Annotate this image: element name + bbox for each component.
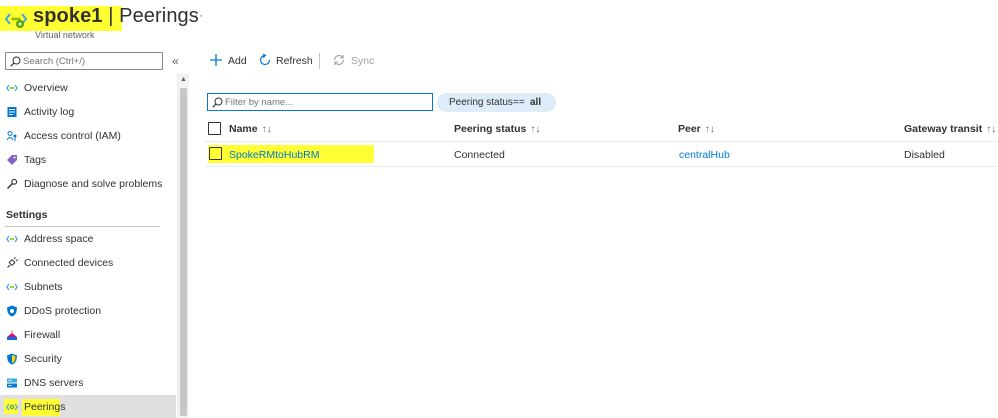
add-label: Add (228, 55, 247, 67)
toolbar-divider (319, 53, 320, 69)
sidebar-item-label: Address space (24, 233, 94, 245)
sidebar-item-label: Access control (IAM) (24, 130, 121, 142)
sort-arrows-icon[interactable]: ↑↓ (262, 124, 272, 135)
name-filter-box[interactable] (207, 93, 433, 111)
sidebar-item-peerings[interactable]: Peerings (0, 395, 176, 418)
menu-search-box[interactable] (5, 52, 163, 70)
sidebar-item-label: Connected devices (24, 257, 114, 269)
sidebar-item-activity-log[interactable]: Activity log (0, 100, 176, 124)
column-header-peer[interactable]: Peer ↑↓ (678, 123, 715, 135)
refresh-button[interactable]: Refresh (258, 50, 316, 72)
more-options-button[interactable]: ··· (189, 8, 204, 22)
column-label: Name (229, 123, 258, 135)
sync-label: Sync (351, 55, 375, 67)
sync-icon (333, 55, 345, 65)
sidebar-item-address-space[interactable]: Address space (0, 227, 176, 251)
column-header-peering-status[interactable]: Peering status ↑↓ (454, 123, 540, 135)
select-all-checkbox[interactable] (208, 122, 221, 135)
column-header-gateway-transit[interactable]: Gateway transit ↑↓ (904, 123, 996, 135)
resource-name: spoke1 (33, 5, 103, 27)
activity-log-icon (6, 106, 18, 118)
sidebar-item-connected-devices[interactable]: Connected devices (0, 251, 176, 275)
plus-icon (210, 54, 222, 66)
sidebar-item-label: Activity log (24, 106, 75, 118)
filter-input[interactable] (225, 95, 425, 109)
peering-status-cell: Connected (454, 149, 505, 161)
sidebar-item-label: Security (24, 353, 62, 365)
sidebar-item-label: Overview (24, 82, 68, 94)
sidebar-item-subnets[interactable]: Subnets (0, 275, 176, 299)
sidebar-item-firewall[interactable]: Firewall (0, 323, 176, 347)
sidebar-item-dns-servers[interactable]: DNS servers (0, 371, 176, 395)
section-settings: Settings (6, 209, 48, 221)
column-label: Peering status (454, 123, 527, 135)
resource-type: Virtual network (35, 30, 95, 40)
firewall-icon (6, 329, 18, 341)
peering-name-link[interactable]: SpokeRMtoHubRM (229, 149, 319, 161)
shield-icon (6, 305, 18, 317)
sidebar-item-label: Diagnose and solve problems (24, 178, 163, 190)
vnet-icon (6, 233, 18, 245)
tag-icon (6, 154, 18, 166)
sidebar-item-label: Peerings (24, 401, 66, 413)
pill-operator: == (513, 97, 525, 108)
page-title: spoke1 | Peerings (33, 5, 199, 28)
refresh-icon (259, 53, 271, 66)
vnet-icon (5, 13, 27, 28)
refresh-label: Refresh (276, 55, 313, 67)
sync-button[interactable]: Sync (332, 50, 377, 72)
wrench-icon (6, 178, 18, 190)
peer-link[interactable]: centralHub (679, 149, 730, 161)
vnet-icon (6, 281, 18, 293)
title-separator: | (102, 5, 120, 27)
row-checkbox[interactable] (209, 147, 222, 160)
menu-scrollbar[interactable]: ▲ (177, 74, 189, 418)
sort-arrows-icon[interactable]: ↑↓ (530, 124, 540, 135)
sidebar-item-overview[interactable]: Overview (0, 76, 176, 100)
peering-status-filter-pill[interactable]: Peering status == all (437, 93, 556, 112)
pill-key: Peering status (449, 97, 513, 108)
search-input[interactable] (23, 54, 159, 68)
table-row[interactable]: SpokeRMtoHubRM Connected centralHub Disa… (205, 143, 998, 167)
sidebar-item-access-control-iam[interactable]: Access control (IAM) (0, 124, 176, 148)
add-button[interactable]: Add (209, 50, 254, 72)
sidebar-item-tags[interactable]: Tags (0, 148, 176, 172)
collapse-menu-button[interactable]: « (172, 54, 179, 68)
column-header-name[interactable]: Name ↑↓ (229, 123, 272, 135)
sort-arrows-icon[interactable]: ↑↓ (986, 124, 996, 135)
sidebar-item-security[interactable]: Security (0, 347, 176, 371)
vnet-icon (6, 82, 18, 94)
pill-value: all (530, 97, 542, 108)
plug-icon (6, 257, 18, 269)
search-icon (212, 97, 223, 108)
sidebar-item-label: DNS servers (24, 377, 84, 389)
sidebar-item-label: Firewall (24, 329, 61, 341)
sidebar-item-label: DDoS protection (24, 305, 102, 317)
column-label: Peer (678, 123, 701, 135)
iam-icon (6, 130, 18, 142)
column-label: Gateway transit (904, 123, 983, 135)
sidebar-item-ddos-protection[interactable]: DDoS protection (0, 299, 176, 323)
sidebar-item-label: Subnets (24, 281, 63, 293)
scroll-up-arrow-icon[interactable]: ▲ (180, 76, 187, 83)
resource-menu: « Overview Activity log Access control (IA… (0, 44, 190, 418)
table-header: Name ↑↓ Peering status ↑↓ Peer ↑↓ Gateway t… (205, 118, 998, 142)
security-shield-icon (6, 353, 18, 365)
blade-header: spoke1 | Peerings Virtual network ··· (0, 0, 998, 44)
scrollbar-thumb[interactable] (180, 88, 187, 416)
dns-icon (6, 377, 18, 389)
page-name: Peerings (119, 5, 199, 27)
sort-arrows-icon[interactable]: ↑↓ (705, 124, 715, 135)
sidebar-item-diagnose-and-solve-problems[interactable]: Diagnose and solve problems (0, 172, 176, 196)
search-icon (10, 56, 21, 67)
peering-icon (6, 401, 18, 413)
gateway-transit-cell: Disabled (904, 149, 945, 161)
sidebar-item-label: Tags (24, 154, 47, 166)
